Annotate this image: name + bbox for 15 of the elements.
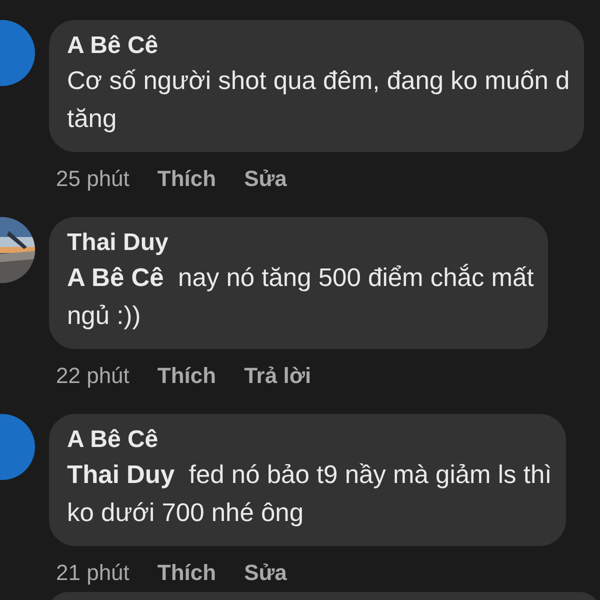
author-name[interactable]: A Bê Cê (67, 424, 552, 456)
action-link[interactable]: Trả lời (244, 359, 312, 392)
author-name[interactable]: Thai Duy (67, 227, 534, 259)
action-link[interactable]: Sửa (244, 556, 287, 589)
action-link[interactable]: Sửa (244, 162, 287, 195)
comment-text: Thai Duy fed nó bảo t9 nầy mà giảm ls thì ko dưới 700 nhé ông (67, 460, 552, 529)
author-name[interactable]: A Bê Cê (67, 30, 570, 62)
timestamp: 21 phút (56, 559, 130, 587)
like-link[interactable]: Thích (157, 162, 216, 195)
like-link[interactable]: Thích (157, 359, 216, 392)
timestamp: 22 phút (56, 362, 130, 390)
comment-text: Cơ số người shot qua đêm, đang ko muốn d tăng (67, 66, 570, 135)
timestamp: 25 phút (56, 165, 130, 193)
like-link[interactable]: Thích (157, 556, 216, 589)
comment-text: A Bê Cê nay nó tăng 500 điểm chắc mất ngủ :)) (67, 262, 534, 332)
